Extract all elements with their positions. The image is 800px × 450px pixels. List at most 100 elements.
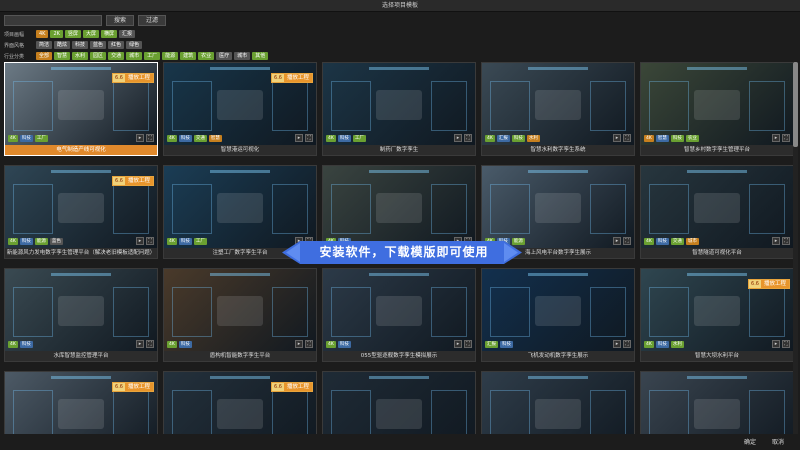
- thumbnail-dash: [331, 184, 371, 234]
- fullscreen-icon[interactable]: ⛶: [782, 340, 790, 348]
- card-actions: ▸⛶: [136, 237, 154, 245]
- filter-tag[interactable]: 简洁: [36, 41, 53, 49]
- play-icon[interactable]: ▸: [613, 134, 621, 142]
- fullscreen-icon[interactable]: ⛶: [623, 237, 631, 245]
- card-badges: 4K 科技 交通 智慧: [167, 135, 222, 142]
- template-thumbnail: [482, 372, 634, 434]
- template-card[interactable]: 6.6 播放工程 4K 科技 工厂 ▸ ⛶ 电气制造产线可视化: [4, 62, 158, 156]
- filter-tag[interactable]: 绿色: [126, 41, 143, 49]
- template-card[interactable]: 6.6 播放工程: [163, 371, 317, 434]
- template-card[interactable]: 4K 汇报 科技 水利 ▸ ⛶ 智慧水利数字孪生系统: [481, 62, 635, 156]
- fullscreen-icon[interactable]: ⛶: [464, 134, 472, 142]
- filter-tag[interactable]: 城市: [126, 52, 143, 60]
- template-card[interactable]: 4K 科技 ▸ ⛶ 055型驱逐舰数字孪生模拟展示: [322, 268, 476, 362]
- filter-tag[interactable]: 城市: [234, 52, 251, 60]
- search-input[interactable]: [4, 15, 102, 26]
- play-icon[interactable]: ▸: [136, 237, 144, 245]
- play-icon[interactable]: ▸: [454, 134, 462, 142]
- fullscreen-icon[interactable]: ⛶: [623, 340, 631, 348]
- filter-tag[interactable]: 大屏: [82, 30, 99, 38]
- card-badge: 汇报: [485, 341, 498, 348]
- filter-tag[interactable]: 智慧: [54, 52, 71, 60]
- template-card[interactable]: [481, 371, 635, 434]
- filter-row-label: 行业分类: [4, 53, 25, 60]
- fullscreen-icon[interactable]: ⛶: [146, 237, 154, 245]
- filter-tag[interactable]: 2K: [50, 30, 63, 38]
- filter-tag[interactable]: 农业: [198, 52, 215, 60]
- filter-tag[interactable]: 红色: [108, 41, 125, 49]
- fullscreen-icon[interactable]: ⛶: [305, 134, 313, 142]
- fullscreen-icon[interactable]: ⛶: [305, 340, 313, 348]
- play-icon[interactable]: ▸: [613, 237, 621, 245]
- filter-tag[interactable]: 交通: [108, 52, 125, 60]
- play-icon[interactable]: ▸: [454, 340, 462, 348]
- filter-tag[interactable]: 园区: [90, 52, 107, 60]
- thumbnail-hdr: [368, 376, 430, 379]
- thumbnail-dash: [649, 287, 689, 337]
- play-icon[interactable]: ▸: [613, 340, 621, 348]
- template-card[interactable]: 4K 科技 工厂 ▸ ⛶ 制药厂数字孪生: [322, 62, 476, 156]
- thumbnail-hdr: [527, 376, 589, 379]
- thumbnail-dash2: [590, 287, 626, 337]
- template-card[interactable]: 4K 科技 ▸ ⛶ 盾构机智能数字孪生平台: [163, 268, 317, 362]
- play-icon[interactable]: ▸: [772, 340, 780, 348]
- filter-tag[interactable]: 能源: [162, 52, 179, 60]
- scrollbar[interactable]: [793, 62, 798, 434]
- filter-tag[interactable]: 建筑: [180, 52, 197, 60]
- filter-button[interactable]: 过滤: [138, 15, 167, 26]
- card-badges: 4K 科技 水利: [644, 341, 684, 348]
- thumbnail-center: [217, 90, 263, 120]
- play-icon[interactable]: ▸: [136, 340, 144, 348]
- thumbnail-dash2: [113, 81, 149, 131]
- template-card[interactable]: 6.6 播放工程: [4, 371, 158, 434]
- template-card[interactable]: [322, 371, 476, 434]
- play-icon[interactable]: ▸: [772, 134, 780, 142]
- filter-tag[interactable]: 其他: [252, 52, 269, 60]
- template-card[interactable]: 4K 智慧 科技 农业 ▸ ⛶ 智慧乡村数字孪生管理平台: [640, 62, 793, 156]
- play-icon[interactable]: ▸: [772, 237, 780, 245]
- filter-tag[interactable]: 汇报: [118, 30, 135, 38]
- thumbnail-dash: [649, 184, 689, 234]
- fullscreen-icon[interactable]: ⛶: [146, 340, 154, 348]
- scrollbar-thumb[interactable]: [793, 62, 798, 147]
- play-icon[interactable]: ▸: [295, 340, 303, 348]
- template-card[interactable]: 6.6 播放工程 4K 科技 交通 智慧 ▸ ⛶ 智慧港运可视化: [163, 62, 317, 156]
- card-actions: ▸⛶: [454, 134, 472, 142]
- filter-tag[interactable]: 酷炫: [54, 41, 71, 49]
- fullscreen-icon[interactable]: ⛶: [782, 237, 790, 245]
- fullscreen-icon[interactable]: ⛶: [623, 134, 631, 142]
- filter-tag[interactable]: 蓝色: [90, 41, 107, 49]
- filter-tag[interactable]: 竖屏: [64, 30, 81, 38]
- search-button[interactable]: 搜索: [106, 15, 135, 26]
- thumbnail-hdr: [527, 273, 589, 276]
- fullscreen-icon[interactable]: ⛶: [146, 134, 154, 142]
- filter-tag[interactable]: 4K: [36, 30, 49, 38]
- template-card[interactable]: 6.6 播放工程 4K 科技 水利 ▸ ⛶ 智慧大坝水利平台: [640, 268, 793, 362]
- template-card[interactable]: [640, 371, 793, 434]
- fullscreen-icon[interactable]: ⛶: [782, 134, 790, 142]
- thumbnail-center: [376, 399, 422, 429]
- template-card[interactable]: 汇报 科技 ▸ ⛶ 飞机发动机数字孪生展示: [481, 268, 635, 362]
- play-icon[interactable]: ▸: [295, 134, 303, 142]
- thumbnail-dash: [172, 287, 212, 337]
- fullscreen-icon[interactable]: ⛶: [464, 340, 472, 348]
- card-badge: 交通: [670, 238, 684, 245]
- filter-tag[interactable]: 科技: [72, 41, 89, 49]
- filter-tag[interactable]: 医疗: [216, 52, 233, 60]
- filter-tag[interactable]: 水利: [72, 52, 89, 60]
- filter-tag[interactable]: 全部: [36, 52, 53, 60]
- confirm-button[interactable]: 确定: [744, 438, 756, 448]
- card-badges: 4K 科技 交通 城市: [644, 238, 699, 245]
- template-card[interactable]: 4K 科技 ▸ ⛶ 水库智慧监控管理平台: [4, 268, 158, 362]
- thumbnail-dash2: [431, 287, 467, 337]
- filter-tag[interactable]: 工厂: [144, 52, 161, 60]
- card-badge: 4K: [8, 135, 18, 142]
- card-badge: 4K: [326, 135, 336, 142]
- filter-tag[interactable]: 横屏: [100, 30, 117, 38]
- play-icon[interactable]: ▸: [136, 134, 144, 142]
- thumbnail-center: [535, 399, 581, 429]
- template-card[interactable]: 6.6 播放工程 4K 科技 能源 蓝色 ▸ ⛶ 新能源风力发电数字孪生管理平台（解决老旧模板适…: [4, 165, 158, 259]
- template-card[interactable]: 4K 科技 交通 城市 ▸ ⛶ 智慧隧道可视化平台: [640, 165, 793, 259]
- card-actions: ▸⛶: [295, 340, 313, 348]
- cancel-button[interactable]: 取消: [772, 438, 784, 448]
